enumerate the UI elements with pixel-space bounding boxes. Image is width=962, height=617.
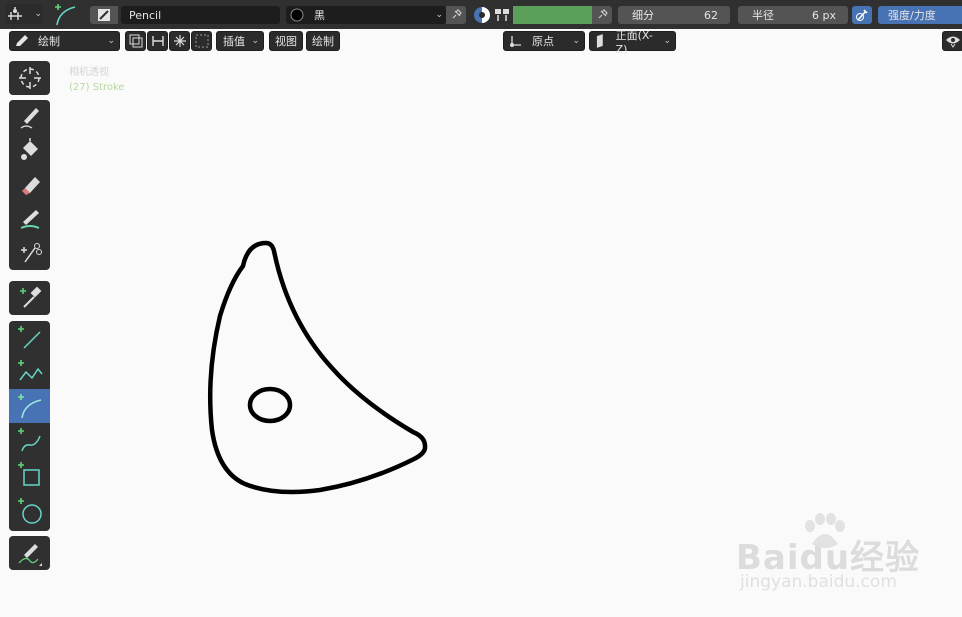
vertex-color-icon bbox=[495, 9, 509, 21]
guides-icon bbox=[151, 36, 164, 46]
paw-icon bbox=[805, 513, 845, 548]
view-label: 视图 bbox=[275, 35, 297, 48]
view-menu[interactable]: 视图 bbox=[269, 31, 303, 51]
guides-button[interactable] bbox=[147, 31, 168, 51]
chevron-down-icon: ⌄ bbox=[435, 10, 443, 20]
color-mode-button[interactable] bbox=[472, 5, 492, 25]
arc-icon bbox=[55, 4, 76, 26]
vertex-paint-button[interactable] bbox=[492, 5, 512, 25]
pin-color-button[interactable] bbox=[592, 6, 612, 24]
subdivision-field[interactable]: 细分 62 bbox=[618, 6, 730, 24]
chevron-down-icon: ⌄ bbox=[34, 9, 42, 19]
radius-label: 半径 bbox=[752, 9, 774, 22]
chevron-down-icon: ⌄ bbox=[663, 36, 671, 46]
draw-menu-label: 绘制 bbox=[312, 35, 334, 48]
chevron-down-icon: ⌄ bbox=[251, 36, 259, 46]
eye-icon bbox=[946, 36, 960, 48]
drawing-plane-dropdown[interactable]: 正面(X-Z) ⌄ bbox=[589, 29, 676, 56]
snap-button[interactable] bbox=[169, 31, 190, 51]
color-wheel-icon bbox=[474, 7, 490, 23]
radius-value: 6 px bbox=[812, 8, 836, 22]
radius-pressure-button[interactable] bbox=[852, 6, 872, 24]
grid-icon bbox=[195, 34, 208, 48]
brush-name-field[interactable]: Pencil bbox=[121, 6, 280, 24]
draw-menu[interactable]: 绘制 bbox=[306, 31, 340, 51]
pressure-pen-icon bbox=[856, 9, 868, 21]
pivot-icon bbox=[8, 7, 22, 20]
grid-button[interactable] bbox=[191, 31, 212, 51]
pencil-mode-icon bbox=[16, 35, 28, 46]
pin-icon bbox=[452, 9, 462, 19]
moon-stroke bbox=[207, 240, 428, 495]
interpolate-label: 插值 bbox=[223, 35, 245, 48]
brush-color-swatch[interactable] bbox=[513, 6, 592, 24]
material-sphere-icon bbox=[290, 8, 304, 22]
interpolate-menu[interactable]: 插值 ⌄ bbox=[216, 31, 264, 51]
pin-material-button[interactable] bbox=[446, 6, 466, 24]
multiframe-icon bbox=[129, 34, 142, 48]
mode-dropdown[interactable]: 绘制 ⌄ bbox=[9, 31, 120, 51]
brush-icon bbox=[98, 9, 110, 21]
tool-settings-header: ⌄ Pencil 黑 ⌄ 细分 62 半径 6 px 强度/力度 bbox=[0, 0, 962, 29]
origin-label: 原点 bbox=[532, 35, 554, 48]
watermark-url: jingyan.baidu.com bbox=[740, 572, 897, 592]
chevron-down-icon: ⌄ bbox=[572, 36, 580, 46]
mode-label: 绘制 bbox=[38, 35, 60, 48]
material-dropdown[interactable]: 黑 ⌄ bbox=[286, 6, 446, 24]
origin-axes-icon bbox=[510, 36, 521, 47]
strength-label: 强度/力度 bbox=[888, 9, 936, 22]
pin-icon bbox=[598, 9, 608, 19]
radius-field[interactable]: 半径 6 px bbox=[738, 6, 848, 24]
material-name: 黑 bbox=[314, 9, 325, 22]
pivot-dropdown[interactable]: ⌄ bbox=[6, 4, 42, 24]
origin-dropdown[interactable]: 原点 ⌄ bbox=[503, 31, 585, 51]
viewport-header: 绘制 ⌄ 插值 ⌄ 视图 绘制 原点 ⌄ 正面(X-Z) ⌄ bbox=[0, 29, 962, 56]
chevron-down-icon: ⌄ bbox=[107, 36, 115, 46]
overlay-visibility-button[interactable] bbox=[942, 31, 962, 51]
brush-browse-button[interactable] bbox=[90, 6, 118, 24]
multiframe-button[interactable] bbox=[125, 31, 146, 51]
snap-icon bbox=[173, 35, 186, 47]
strength-field[interactable]: 强度/力度 bbox=[878, 6, 962, 24]
subdivision-value: 62 bbox=[704, 8, 718, 22]
active-tool-arc-icon[interactable] bbox=[48, 2, 84, 28]
subdivision-label: 细分 bbox=[632, 9, 654, 22]
brush-name: Pencil bbox=[129, 8, 162, 22]
plane-icon bbox=[596, 34, 603, 48]
